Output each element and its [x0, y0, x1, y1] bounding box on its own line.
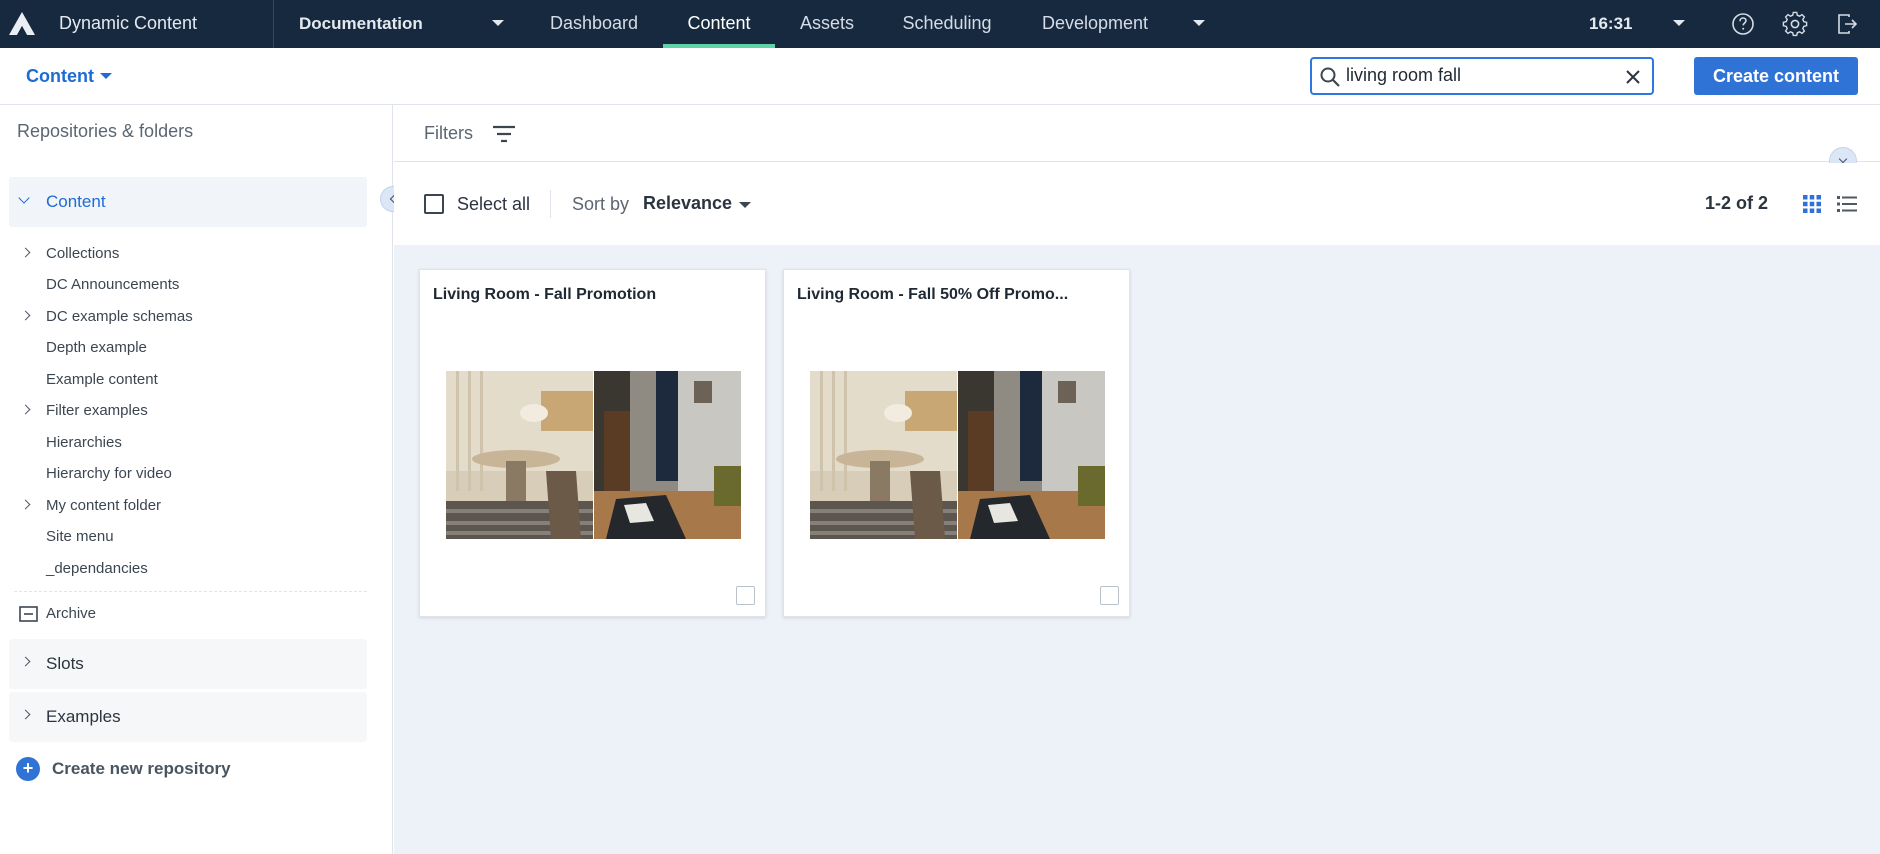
create-content-button[interactable]: Create content	[1694, 57, 1858, 95]
sidebar-divider	[14, 591, 367, 592]
sidebar-item-depth-example[interactable]: Depth example	[0, 334, 380, 362]
chevron-right-icon[interactable]	[20, 247, 31, 258]
tab-assets[interactable]: Assets	[785, 0, 869, 48]
chevron-right-icon[interactable]	[20, 310, 31, 321]
chevron-right-icon[interactable]	[20, 499, 31, 510]
filters-label[interactable]: Filters	[424, 105, 473, 162]
section-caret-icon[interactable]	[100, 73, 112, 79]
select-all-checkbox[interactable]	[424, 194, 444, 214]
sub-header: Content living room fall Create content	[0, 48, 1880, 105]
sidebar-item-dc-example-schemas[interactable]: DC example schemas	[0, 303, 380, 331]
content-card[interactable]: Living Room - Fall 50% Off Promo...	[783, 269, 1130, 617]
sidebar-item-label: Example content	[46, 371, 158, 388]
archive-icon	[19, 606, 38, 622]
content-card[interactable]: Living Room - Fall Promotion	[419, 269, 766, 617]
tab-scheduling[interactable]: Scheduling	[879, 0, 1015, 48]
close-icon[interactable]	[1625, 69, 1641, 85]
clock: 16:31	[1589, 14, 1633, 33]
chevron-down-icon	[1838, 154, 1848, 164]
logout-icon[interactable]	[1834, 11, 1860, 37]
search-value[interactable]: living room fall	[1346, 59, 1461, 93]
sidebar-item-hierarchy-for-video[interactable]: Hierarchy for video	[0, 460, 380, 488]
sidebar-item-label: Filter examples	[46, 402, 148, 419]
topbar-divider	[273, 0, 274, 48]
plus-icon[interactable]: +	[16, 757, 40, 781]
card-thumbnail[interactable]	[810, 371, 1105, 539]
section-selector[interactable]: Content	[26, 48, 94, 104]
user-menu-caret-icon[interactable]	[1673, 20, 1685, 26]
content-grid: Living Room - Fall Promotion Living Room…	[394, 245, 1880, 854]
sidebar-root-label: Content	[46, 192, 106, 211]
sort-by-label: Sort by	[572, 194, 630, 214]
sidebar-heading: Repositories & folders	[17, 121, 194, 141]
app-brand: Dynamic Content	[59, 13, 198, 33]
sidebar-item-dependancies[interactable]: _dependancies	[0, 555, 380, 583]
sidebar: Repositories & folders Content Collectio…	[0, 105, 393, 854]
card-thumbnail[interactable]	[446, 371, 741, 539]
search-icon	[1320, 67, 1340, 87]
tab-development[interactable]: Development	[1025, 0, 1165, 48]
chevron-right-icon[interactable]	[20, 656, 31, 667]
filter-bar: Filters	[394, 105, 1880, 162]
sidebar-item-label: Collections	[46, 245, 120, 262]
sidebar-item-label: DC example schemas	[46, 308, 193, 325]
sort-caret-icon[interactable]	[739, 202, 751, 208]
sidebar-item-label: Hierarchies	[46, 434, 122, 451]
sidebar-item-label: My content folder	[46, 497, 162, 514]
repository-label: Examples	[46, 707, 121, 726]
help-icon[interactable]	[1730, 11, 1756, 37]
sidebar-item-label: Site menu	[46, 528, 114, 545]
sidebar-item-label: Hierarchy for video	[46, 465, 172, 482]
gear-icon[interactable]	[1782, 11, 1808, 37]
repository-slots[interactable]: Slots	[9, 639, 367, 689]
sidebar-item-archive[interactable]: Archive	[0, 599, 380, 629]
repository-examples[interactable]: Examples	[9, 692, 367, 742]
card-title[interactable]: Living Room - Fall Promotion	[433, 286, 753, 304]
sidebar-item-label: Depth example	[46, 339, 147, 356]
sidebar-item-dc-announcements[interactable]: DC Announcements	[0, 271, 380, 299]
repository-label: Slots	[46, 654, 84, 673]
card-title[interactable]: Living Room - Fall 50% Off Promo...	[797, 286, 1117, 304]
create-new-repository-button[interactable]: + Create new repository	[16, 756, 316, 782]
amplience-logo-icon[interactable]	[8, 10, 36, 38]
create-repo-label: Create new repository	[52, 759, 231, 778]
sidebar-item-collections[interactable]: Collections	[0, 240, 380, 268]
grid-view-icon[interactable]	[1803, 195, 1821, 213]
sidebar-item-example-content[interactable]: Example content	[0, 366, 380, 394]
card-checkbox[interactable]	[736, 586, 755, 605]
toolbar-divider	[550, 190, 551, 218]
search-input[interactable]: living room fall	[1310, 57, 1654, 95]
results-count: 1-2 of 2	[1705, 193, 1769, 213]
card-checkbox[interactable]	[1100, 586, 1119, 605]
sidebar-item-filter-examples[interactable]: Filter examples	[0, 397, 380, 425]
hub-caret-icon[interactable]	[492, 20, 504, 26]
tab-dashboard[interactable]: Dashboard	[535, 0, 653, 48]
select-all-label[interactable]: Select all	[457, 163, 530, 245]
sort-select[interactable]: Relevance	[643, 163, 732, 243]
sidebar-item-label: DC Announcements	[46, 276, 180, 293]
results-toolbar: Select all Sort by Relevance 1-2 of 2	[394, 163, 1880, 245]
filter-icon[interactable]	[492, 124, 516, 144]
chevron-right-icon[interactable]	[20, 709, 31, 720]
sidebar-item-site-menu[interactable]: Site menu	[0, 523, 380, 551]
top-navigation-bar: Dynamic Content Documentation Dashboard …	[0, 0, 1880, 48]
tab-content[interactable]: Content	[663, 0, 775, 48]
sidebar-item-hierarchies[interactable]: Hierarchies	[0, 429, 380, 457]
sidebar-item-label: _dependancies	[46, 560, 148, 577]
sidebar-item-content-root[interactable]: Content	[9, 177, 367, 227]
chevron-right-icon[interactable]	[20, 404, 31, 415]
sidebar-item-my-content-folder[interactable]: My content folder	[0, 492, 380, 520]
hub-selector[interactable]: Documentation	[299, 0, 423, 48]
chevron-down-icon[interactable]	[18, 192, 30, 204]
archive-label: Archive	[46, 605, 97, 622]
list-view-icon[interactable]	[1837, 195, 1857, 213]
development-caret-icon[interactable]	[1193, 20, 1205, 26]
